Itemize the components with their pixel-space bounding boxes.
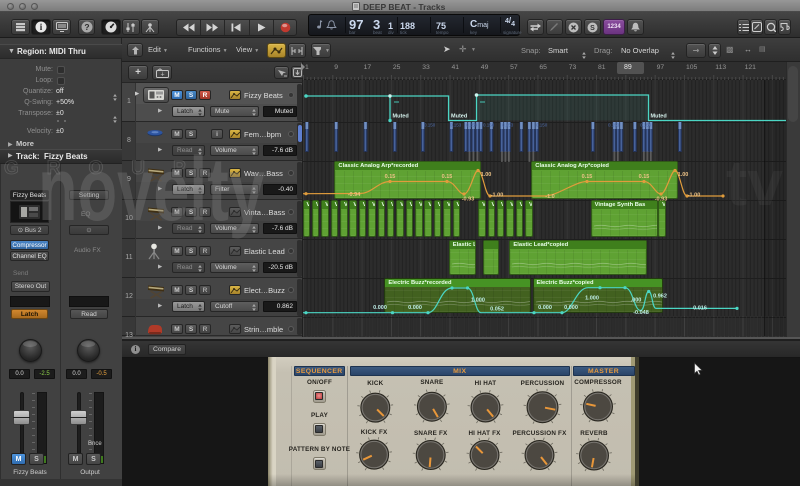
svg-text:Muted: Muted: [393, 114, 409, 120]
svg-text:-0.93: -0.93: [462, 197, 475, 203]
svg-text:0.000: 0.000: [373, 305, 387, 311]
svg-text:0.15: 0.15: [639, 174, 650, 180]
svg-text:1.00: 1.00: [481, 172, 492, 178]
svg-text:.000: .000: [631, 298, 642, 304]
svg-text:Muted: Muted: [651, 114, 667, 120]
svg-text:0.15: 0.15: [582, 174, 593, 180]
svg-text:Muted: Muted: [451, 114, 467, 120]
svg-text:-1.00: -1.00: [491, 193, 504, 199]
svg-text:-0.94: -0.94: [348, 192, 361, 198]
svg-text:-1.0: -1.0: [545, 194, 554, 200]
svg-text:0.016: 0.016: [693, 306, 707, 312]
svg-text:0.962: 0.962: [653, 294, 667, 300]
svg-text:0.000: 0.000: [538, 305, 552, 311]
svg-text:-1.00: -1.00: [688, 193, 701, 199]
svg-text:1.000: 1.000: [471, 298, 485, 304]
svg-text:0.052: 0.052: [490, 307, 504, 313]
svg-text:1.00: 1.00: [678, 172, 689, 178]
svg-text:0.15: 0.15: [442, 174, 453, 180]
svg-text:1.000: 1.000: [585, 296, 599, 302]
svg-text:0.000: 0.000: [408, 305, 422, 311]
svg-text:0.15: 0.15: [385, 174, 396, 180]
svg-text:0.000: 0.000: [564, 305, 578, 311]
svg-text:-0.93: -0.93: [655, 197, 668, 203]
svg-text:-0.048: -0.048: [633, 310, 649, 316]
